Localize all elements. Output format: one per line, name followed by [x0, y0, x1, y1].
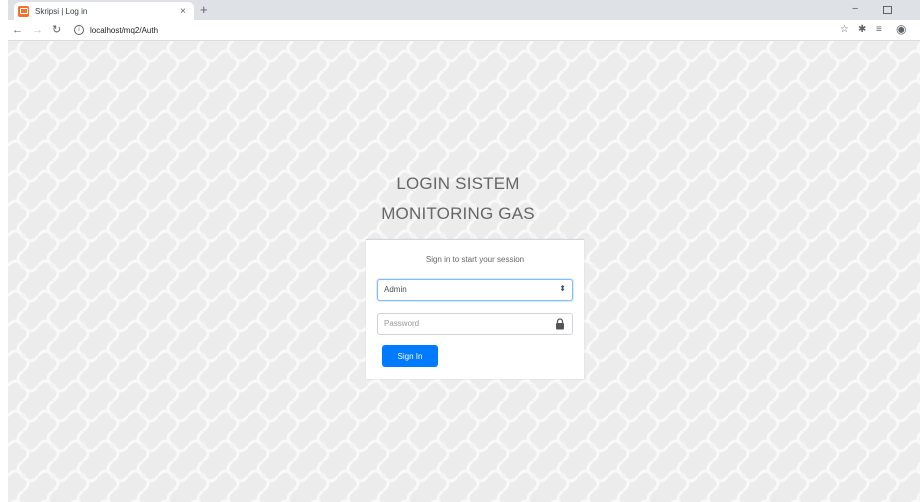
minimize-icon[interactable]: − — [852, 3, 858, 15]
reading-list-icon[interactable]: ≡ — [876, 23, 882, 37]
profile-icon[interactable]: ◉ — [896, 23, 906, 36]
maximize-icon[interactable] — [883, 6, 892, 14]
login-title-line2: MONITORING GAS — [381, 204, 535, 223]
browser-window: Skripsi | Log in × + − ← → ↻ i localhost… — [8, 0, 920, 502]
forward-icon[interactable]: → — [32, 22, 43, 38]
browser-toolbar: ← → ↻ i localhost/mq2/Auth ☆ ✱ ≡ ◉ — [8, 20, 920, 41]
url-text: localhost/mq2/Auth — [90, 25, 159, 35]
page-viewport: LOGIN SISTEM MONITORING GAS Sign in to s… — [8, 41, 920, 502]
login-box: LOGIN SISTEM MONITORING GAS Sign in to s… — [328, 171, 588, 379]
new-tab-button[interactable]: + — [200, 2, 208, 18]
login-title-line1: LOGIN SISTEM — [396, 174, 520, 193]
select-arrows-icon: ⬍ — [559, 284, 566, 293]
password-field[interactable]: Password — [377, 313, 573, 335]
tab-title: Skripsi | Log in — [35, 6, 88, 16]
login-message: Sign in to start your session — [425, 255, 525, 264]
password-placeholder: Password — [384, 319, 420, 328]
browser-tab[interactable]: Skripsi | Log in × — [14, 2, 194, 20]
close-tab-icon[interactable]: × — [176, 6, 190, 17]
lock-icon — [556, 318, 564, 330]
sign-in-button[interactable]: Sign In — [382, 345, 438, 367]
back-icon[interactable]: ← — [12, 22, 23, 38]
window-edge — [0, 0, 8, 502]
info-icon[interactable]: i — [74, 25, 84, 35]
address-bar[interactable]: i localhost/mq2/Auth — [74, 22, 834, 38]
user-select[interactable]: Admin ⬍ — [377, 279, 573, 301]
user-select-value: Admin — [384, 285, 407, 294]
favicon-icon — [18, 5, 29, 17]
reload-icon[interactable]: ↻ — [52, 22, 61, 38]
extensions-icon[interactable]: ✱ — [858, 23, 866, 37]
bookmark-star-icon[interactable]: ☆ — [840, 23, 849, 37]
tab-bar: Skripsi | Log in × + − — [8, 0, 920, 20]
login-card: Sign in to start your session Admin ⬍ Pa… — [366, 239, 584, 379]
